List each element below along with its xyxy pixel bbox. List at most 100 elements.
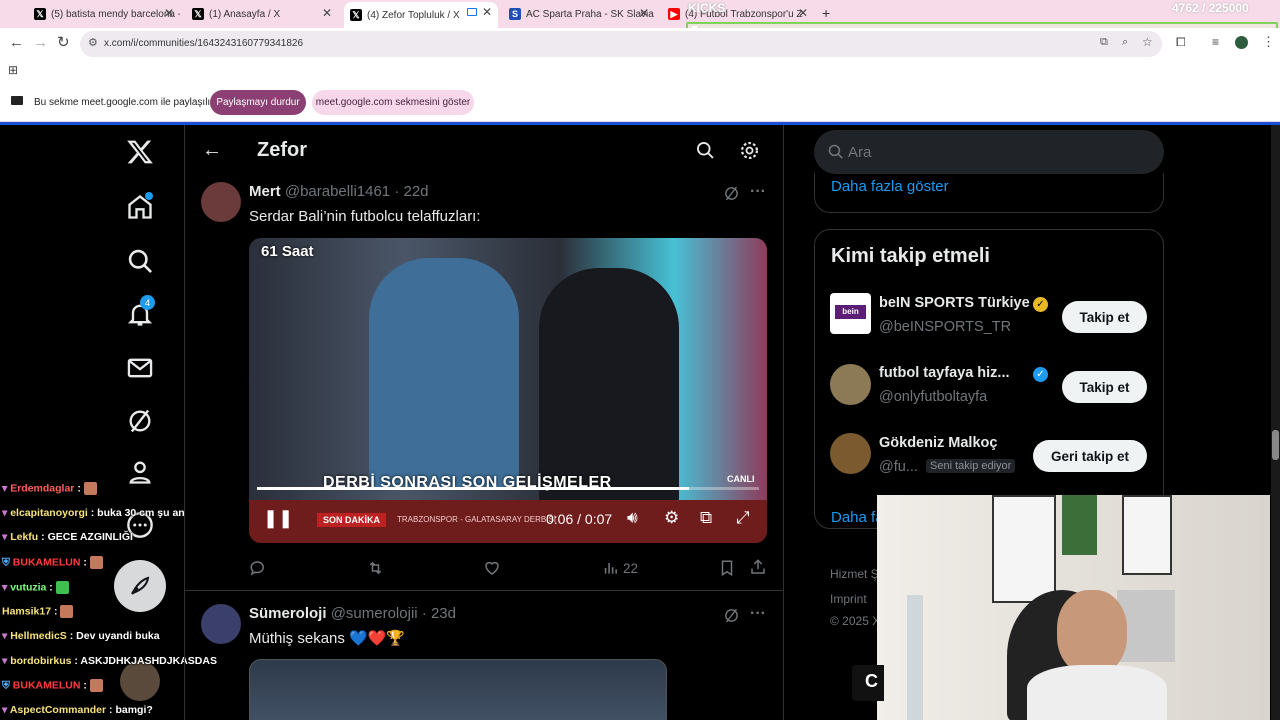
apps-grid-icon[interactable]: ⊞ [8,63,18,77]
suggestion-name[interactable]: Gökdeniz Malkoç [879,435,997,451]
author-name[interactable]: Sümeroloji [249,605,327,622]
close-tab-icon[interactable]: ✕ [322,6,332,20]
profile-icon[interactable] [126,458,154,486]
x-logo-icon[interactable] [126,138,154,166]
follow-back-button[interactable]: Geri takip et [1033,440,1147,472]
x-logo-icon: 𝕏 [34,8,46,20]
close-tab-icon[interactable]: ✕ [482,5,492,19]
suggestion-handle[interactable]: @beINSPORTS_TR [879,319,1011,335]
grok-icon[interactable] [126,407,154,435]
video-player[interactable]: 61 Saat DERBİ SONRASI SON GELİŞMELER CAN… [249,238,767,543]
picture-in-picture-icon[interactable]: ⧉ [700,508,712,528]
author-name[interactable]: Mert [249,183,281,200]
video-ticker-bar: SON DAKİKA TRABZONSPOR - GALATASARAY DER… [249,500,767,543]
suggestion-avatar[interactable] [830,433,871,474]
menu-icon[interactable]: ⋮ [1262,34,1275,50]
follow-button[interactable]: Takip et [1062,371,1147,403]
more-options-icon[interactable]: ··· [750,183,766,201]
close-tab-icon[interactable]: ✕ [798,6,808,20]
show-meet-tab-button[interactable]: meet.google.com sekmesini göster [312,90,474,115]
show-more-link[interactable]: Daha fazla göster [831,178,949,195]
browser-toolbar: ← → ↻ ⚙ x.com/i/communities/164324316077… [0,28,1280,60]
bookmark-icon[interactable] [718,559,736,577]
chat-emote [83,482,97,495]
fullscreen-icon[interactable]: ⤢ [736,508,750,528]
webcam-fan [907,595,923,720]
video-settings-icon[interactable]: ⚙ [664,508,679,528]
close-tab-icon[interactable]: ✕ [164,6,174,20]
more-options-icon[interactable]: ··· [750,605,766,623]
forward-icon[interactable]: → [33,34,48,51]
suggestion-name[interactable]: beIN SPORTS Türkiye [879,295,1030,311]
post-media-image[interactable] [249,659,667,720]
browser-tab[interactable]: 𝕏 (1) Anasayfa / X ✕ [186,3,338,25]
suggestion-handle[interactable]: @onlyfutboltayfa [879,389,987,405]
chat-line: ▾ Erdemdaglar : [2,482,97,495]
post-author-avatar[interactable] [201,604,241,644]
chat-user: Hamsik17 [2,605,52,618]
author-handle[interactable]: @sumerolojii [331,605,418,622]
back-arrow-icon[interactable]: ← [202,139,222,162]
browser-tab-active[interactable]: 𝕏 (4) Zefor Topluluk / X ✕ [344,2,498,28]
chat-line: ⛨ BUKAMELUN : [2,556,103,569]
scrollbar-thumb[interactable] [1272,430,1279,460]
browser-tab[interactable]: S AC Sparta Praha - SK Slavia Pra ✕ [503,3,655,25]
suggestion-name[interactable]: futbol tayfaya hiz... [879,365,1010,381]
volume-icon[interactable]: 🔊︎ [627,508,638,528]
post-time[interactable]: · 22d [394,183,428,200]
search-icon[interactable] [126,247,154,275]
compose-post-button[interactable] [114,560,166,612]
zoom-icon[interactable]: ⌕ [1122,36,1128,49]
repost-icon[interactable] [366,559,385,577]
reload-icon[interactable]: ↻ [57,33,70,51]
stop-sharing-button[interactable]: Paylaşmayı durdur [210,90,306,115]
ticker-text: TRABZONSPOR - GALATASARAY DERBİSİ [397,515,556,524]
follow-button[interactable]: Takip et [1062,301,1147,333]
suggestion-avatar[interactable] [830,364,871,405]
new-tab-button[interactable]: + [822,5,830,21]
chat-user: Lekfu [10,531,39,543]
share-icon[interactable] [749,558,767,576]
pause-icon[interactable]: ❚❚ [263,508,293,529]
reply-icon[interactable] [249,559,267,577]
site-info-icon[interactable]: ⚙ [88,36,98,49]
x-page: 4 ▾ Erdemdaglar : ▾ elcapitanoyorgi : bu… [0,122,1280,720]
browser-tab[interactable]: 𝕏 (5) batista mendy barcelona - A ✕ [28,3,180,25]
like-heart-icon[interactable] [483,559,501,577]
footer-link[interactable]: Hizmet Ş [830,567,879,581]
channel-overlay-tag: 61 Saat [261,243,314,260]
footer-link[interactable]: Imprint [830,592,867,606]
grok-icon[interactable] [723,185,740,202]
webcam-streamer-face [1057,590,1127,675]
settings-gear-icon[interactable] [739,140,760,161]
cast-icon[interactable]: ⧉ [1100,36,1108,49]
chat-user: vutuzia [10,581,47,594]
messages-icon[interactable] [126,354,154,382]
url-text[interactable]: x.com/i/communities/1643243160779341826 [104,38,303,49]
account-avatar[interactable] [120,661,160,701]
chat-message: buka 30 cm şu an [97,507,185,519]
profile-avatar[interactable] [1235,36,1248,49]
extensions-icon[interactable]: ⧠ [1176,35,1186,50]
views-chart-icon[interactable] [602,559,619,577]
grok-icon[interactable] [723,607,740,624]
close-tab-icon[interactable]: ✕ [639,6,649,20]
show-more-link[interactable]: Daha fa [831,509,884,526]
post-author-avatar[interactable] [201,182,241,222]
post-time[interactable]: · 23d [422,605,456,622]
address-bar[interactable]: ⚙ x.com/i/communities/164324316077934182… [80,31,1162,57]
video-progress-fill [257,487,689,490]
search-icon[interactable] [695,140,715,160]
back-icon[interactable]: ← [9,34,24,51]
media-icon[interactable]: ≡ [1212,35,1219,49]
video-progress-track[interactable] [257,487,759,490]
chat-user: AspectCommander [9,704,107,716]
bookmark-star-icon[interactable]: ☆ [1142,35,1153,49]
page-scrollbar[interactable] [1271,125,1280,720]
chat-message: ASKJDHKJASHDJKASDAS [80,655,217,667]
suggestion-handle[interactable]: @fu... [879,459,918,475]
search-box[interactable]: Ara [814,130,1164,174]
floating-button-partial[interactable]: C [852,665,884,701]
suggestion-avatar[interactable]: bein [830,293,871,334]
author-handle[interactable]: @barabelli1461 [285,183,390,200]
